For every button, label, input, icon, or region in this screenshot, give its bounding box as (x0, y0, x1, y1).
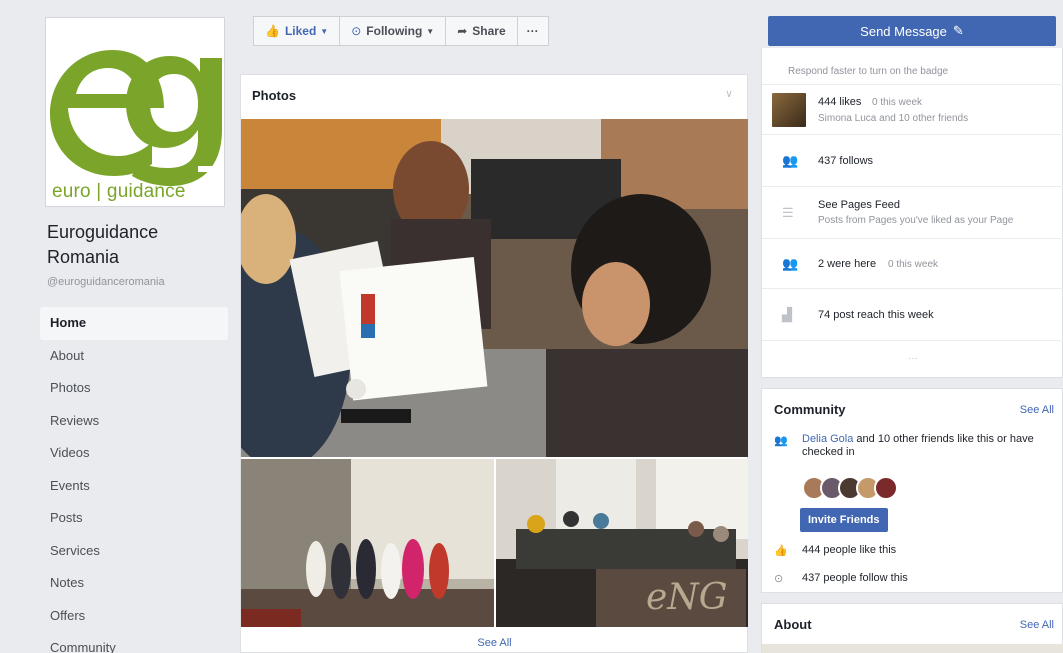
rss-icon: ⊙ (351, 24, 362, 38)
photos-card: Photos ∨ eNG See All (240, 74, 748, 653)
nav-item-notes[interactable]: Notes (40, 567, 228, 600)
avatar[interactable] (874, 476, 898, 500)
page-handle[interactable]: @euroguidanceromania (47, 276, 165, 288)
meeting-room-photo: eNG (496, 459, 748, 627)
liked-label: Liked (284, 24, 317, 38)
nav-item-photos[interactable]: Photos (40, 372, 228, 405)
community-title[interactable]: Community (774, 402, 846, 417)
were-here-week: 0 this week (888, 259, 939, 270)
send-message-button[interactable]: Send Message ✎ (768, 16, 1056, 46)
post-reach: 74 post reach this week (818, 309, 934, 321)
group-photo (241, 459, 494, 627)
send-message-label: Send Message (860, 23, 947, 39)
pencil-icon: ✎ (952, 23, 964, 38)
nav-item-offers[interactable]: Offers (40, 600, 228, 633)
chevron-down-icon[interactable]: ∨ (725, 87, 733, 100)
invite-friends-button[interactable]: Invite Friends (800, 508, 888, 532)
photos-card-title[interactable]: Photos (252, 88, 296, 103)
more-insights-dots[interactable]: ··· (762, 353, 1063, 364)
people-like-count[interactable]: 444 people like this (802, 544, 896, 556)
about-see-all-link[interactable]: See All (1020, 619, 1054, 631)
euroguidance-logo (50, 50, 222, 186)
nav-item-community[interactable]: Community (40, 632, 228, 653)
were-here-count: 2 were here (818, 258, 877, 270)
rss-icon: ⊙ (774, 573, 784, 585)
community-card: Community See All 👥 Delia Gola and 10 ot… (761, 388, 1063, 593)
nav-item-about[interactable]: About (40, 340, 228, 373)
nav-item-reviews[interactable]: Reviews (40, 405, 228, 438)
people-follow-count[interactable]: 437 people follow this (802, 572, 908, 584)
likes-week: 0 this week (872, 97, 923, 108)
page-title[interactable]: Euroguidance Romania (47, 220, 227, 270)
following-label: Following (366, 24, 423, 38)
checkins-row[interactable]: 👥 2 were here 0 this week (762, 239, 1063, 289)
following-button[interactable]: ⊙ Following ▼ (339, 16, 447, 46)
badge-row: Respond faster to turn on the badge (762, 48, 1063, 85)
nav-item-videos[interactable]: Videos (40, 437, 228, 470)
photos-see-all-link[interactable]: See All (241, 637, 748, 649)
checkin-icon: 👥 (782, 256, 799, 271)
nav-item-services[interactable]: Services (40, 535, 228, 568)
workshop-photo (241, 119, 748, 457)
likes-count: 444 likes (818, 96, 862, 108)
photo-thumbnail[interactable]: eNG (496, 459, 748, 627)
profile-picture[interactable]: euro | guidance (45, 17, 225, 207)
feed-title: See Pages Feed (818, 199, 900, 211)
share-button[interactable]: ➦ Share (445, 16, 518, 46)
thumbs-up-icon: 👍 (265, 24, 280, 38)
thumbs-up-icon: 👍 (774, 545, 788, 557)
nav-item-home[interactable]: Home (40, 307, 228, 340)
likes-row[interactable]: 444 likes 0 this week Simona Luca and 10… (762, 85, 1063, 135)
nav-item-posts[interactable]: Posts (40, 502, 228, 535)
friends-icon: 👥 (774, 435, 788, 447)
about-title[interactable]: About (774, 617, 812, 632)
follows-count: 437 follows (818, 155, 874, 167)
caret-down-icon: ▼ (320, 26, 329, 36)
left-sidebar: euro | guidance Euroguidance Romania @eu… (0, 0, 240, 653)
photo-thumbnail[interactable] (241, 459, 494, 627)
follows-row[interactable]: 👥 437 follows (762, 135, 1063, 187)
community-see-all-link[interactable]: See All (1020, 404, 1054, 416)
page-action-bar: 👍 Liked ▼ ⊙ Following ▼ ➦ Share ··· (253, 16, 549, 46)
page-insights-card: Respond faster to turn on the badge 444 … (761, 48, 1063, 378)
about-card: About See All (761, 603, 1063, 653)
friends-summary: Delia Gola and 10 other friends like thi… (802, 433, 1060, 459)
pages-feed-row[interactable]: ☰ See Pages Feed Posts from Pages you've… (762, 187, 1063, 239)
svg-text:eNG: eNG (646, 577, 728, 618)
friend-name-link[interactable]: Delia Gola (802, 433, 853, 445)
liked-button[interactable]: 👍 Liked ▼ (253, 16, 341, 46)
badge-hint: Respond faster to turn on the badge (788, 66, 949, 77)
friend-avatars (802, 476, 898, 500)
feed-icon: ☰ (782, 205, 794, 220)
caret-down-icon: ▼ (426, 26, 435, 36)
likes-friends: Simona Luca and 10 other friends (818, 113, 969, 124)
feed-subtitle: Posts from Pages you've liked as your Pa… (818, 215, 1014, 226)
more-options-button[interactable]: ··· (516, 16, 549, 46)
logo-wordmark: euro | guidance (52, 181, 186, 202)
map-preview[interactable] (762, 644, 1063, 653)
chart-icon: ▟ (782, 307, 792, 322)
friend-avatar (772, 93, 806, 127)
reach-row[interactable]: ▟ 74 post reach this week (762, 289, 1063, 341)
featured-photo[interactable] (241, 119, 748, 457)
nav-item-events[interactable]: Events (40, 470, 228, 503)
page-nav: Home About Photos Reviews Videos Events … (40, 307, 228, 653)
people-icon: 👥 (782, 153, 799, 168)
share-label: Share (472, 24, 506, 38)
share-arrow-icon: ➦ (457, 24, 468, 38)
